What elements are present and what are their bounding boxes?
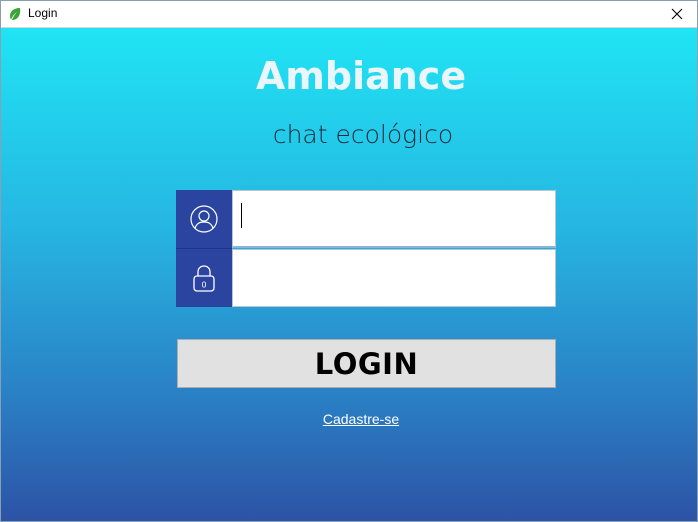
register-link[interactable]: Cadastre-se (1, 411, 697, 427)
user-icon (190, 205, 218, 233)
login-panel: Ambiance chat ecológico 0 LOGIN Cadastre… (1, 28, 697, 521)
password-input[interactable] (232, 249, 556, 307)
login-window: Login Ambiance chat ecológico 0 LOGIN Ca… (0, 0, 698, 522)
lock-icon: 0 (193, 265, 215, 292)
app-title: Ambiance (255, 54, 467, 98)
text-caret (241, 203, 242, 228)
login-button[interactable]: LOGIN (177, 339, 556, 388)
username-input[interactable] (232, 190, 556, 248)
window-title: Login (28, 6, 58, 20)
password-icon-panel: 0 (176, 249, 232, 307)
username-icon-panel (176, 190, 232, 248)
title-bar[interactable]: Login (1, 1, 697, 28)
leaf-icon (10, 8, 21, 20)
close-button[interactable] (657, 1, 697, 27)
lock-icon-glyph: 0 (201, 281, 206, 290)
app-subtitle: chat ecológico (272, 120, 454, 149)
close-icon (671, 8, 683, 20)
